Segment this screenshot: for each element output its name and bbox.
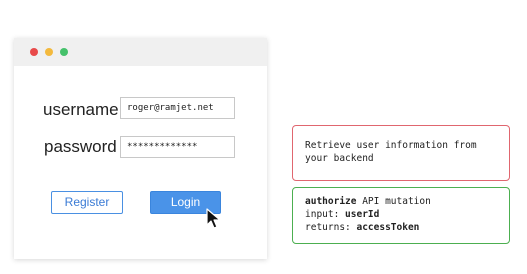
maximize-window-icon[interactable] [60, 48, 68, 56]
api-note-line-3: returns: accessToken [305, 221, 497, 234]
api-note-line-2: input: userId [305, 208, 497, 221]
password-field[interactable]: ************* [120, 136, 235, 158]
close-window-icon[interactable] [30, 48, 38, 56]
backend-note: Retrieve user information from your back… [292, 125, 510, 181]
mouse-pointer-icon [206, 208, 221, 229]
backend-note-line-1: Retrieve user information from [305, 140, 477, 151]
register-button[interactable]: Register [51, 191, 123, 214]
api-note: authorize API mutation input: userId ret… [292, 187, 510, 244]
password-label: password [44, 137, 117, 156]
api-keyword: authorize [305, 196, 357, 207]
login-window: username roger@ramjet.net password *****… [14, 38, 267, 259]
stage: username roger@ramjet.net password *****… [0, 0, 527, 274]
api-returns-label: returns: [305, 222, 357, 233]
api-returns-value: accessToken [356, 222, 420, 233]
backend-note-line-2: your backend [305, 153, 374, 164]
api-note-line-1: authorize API mutation [305, 195, 497, 208]
api-mutation-text: API mutation [356, 196, 431, 207]
username-label: username [43, 100, 119, 119]
username-field[interactable]: roger@ramjet.net [120, 97, 235, 119]
api-input-label: input: [305, 209, 346, 220]
window-titlebar [14, 38, 267, 66]
minimize-window-icon[interactable] [45, 48, 53, 56]
api-input-value: userId [345, 209, 380, 220]
